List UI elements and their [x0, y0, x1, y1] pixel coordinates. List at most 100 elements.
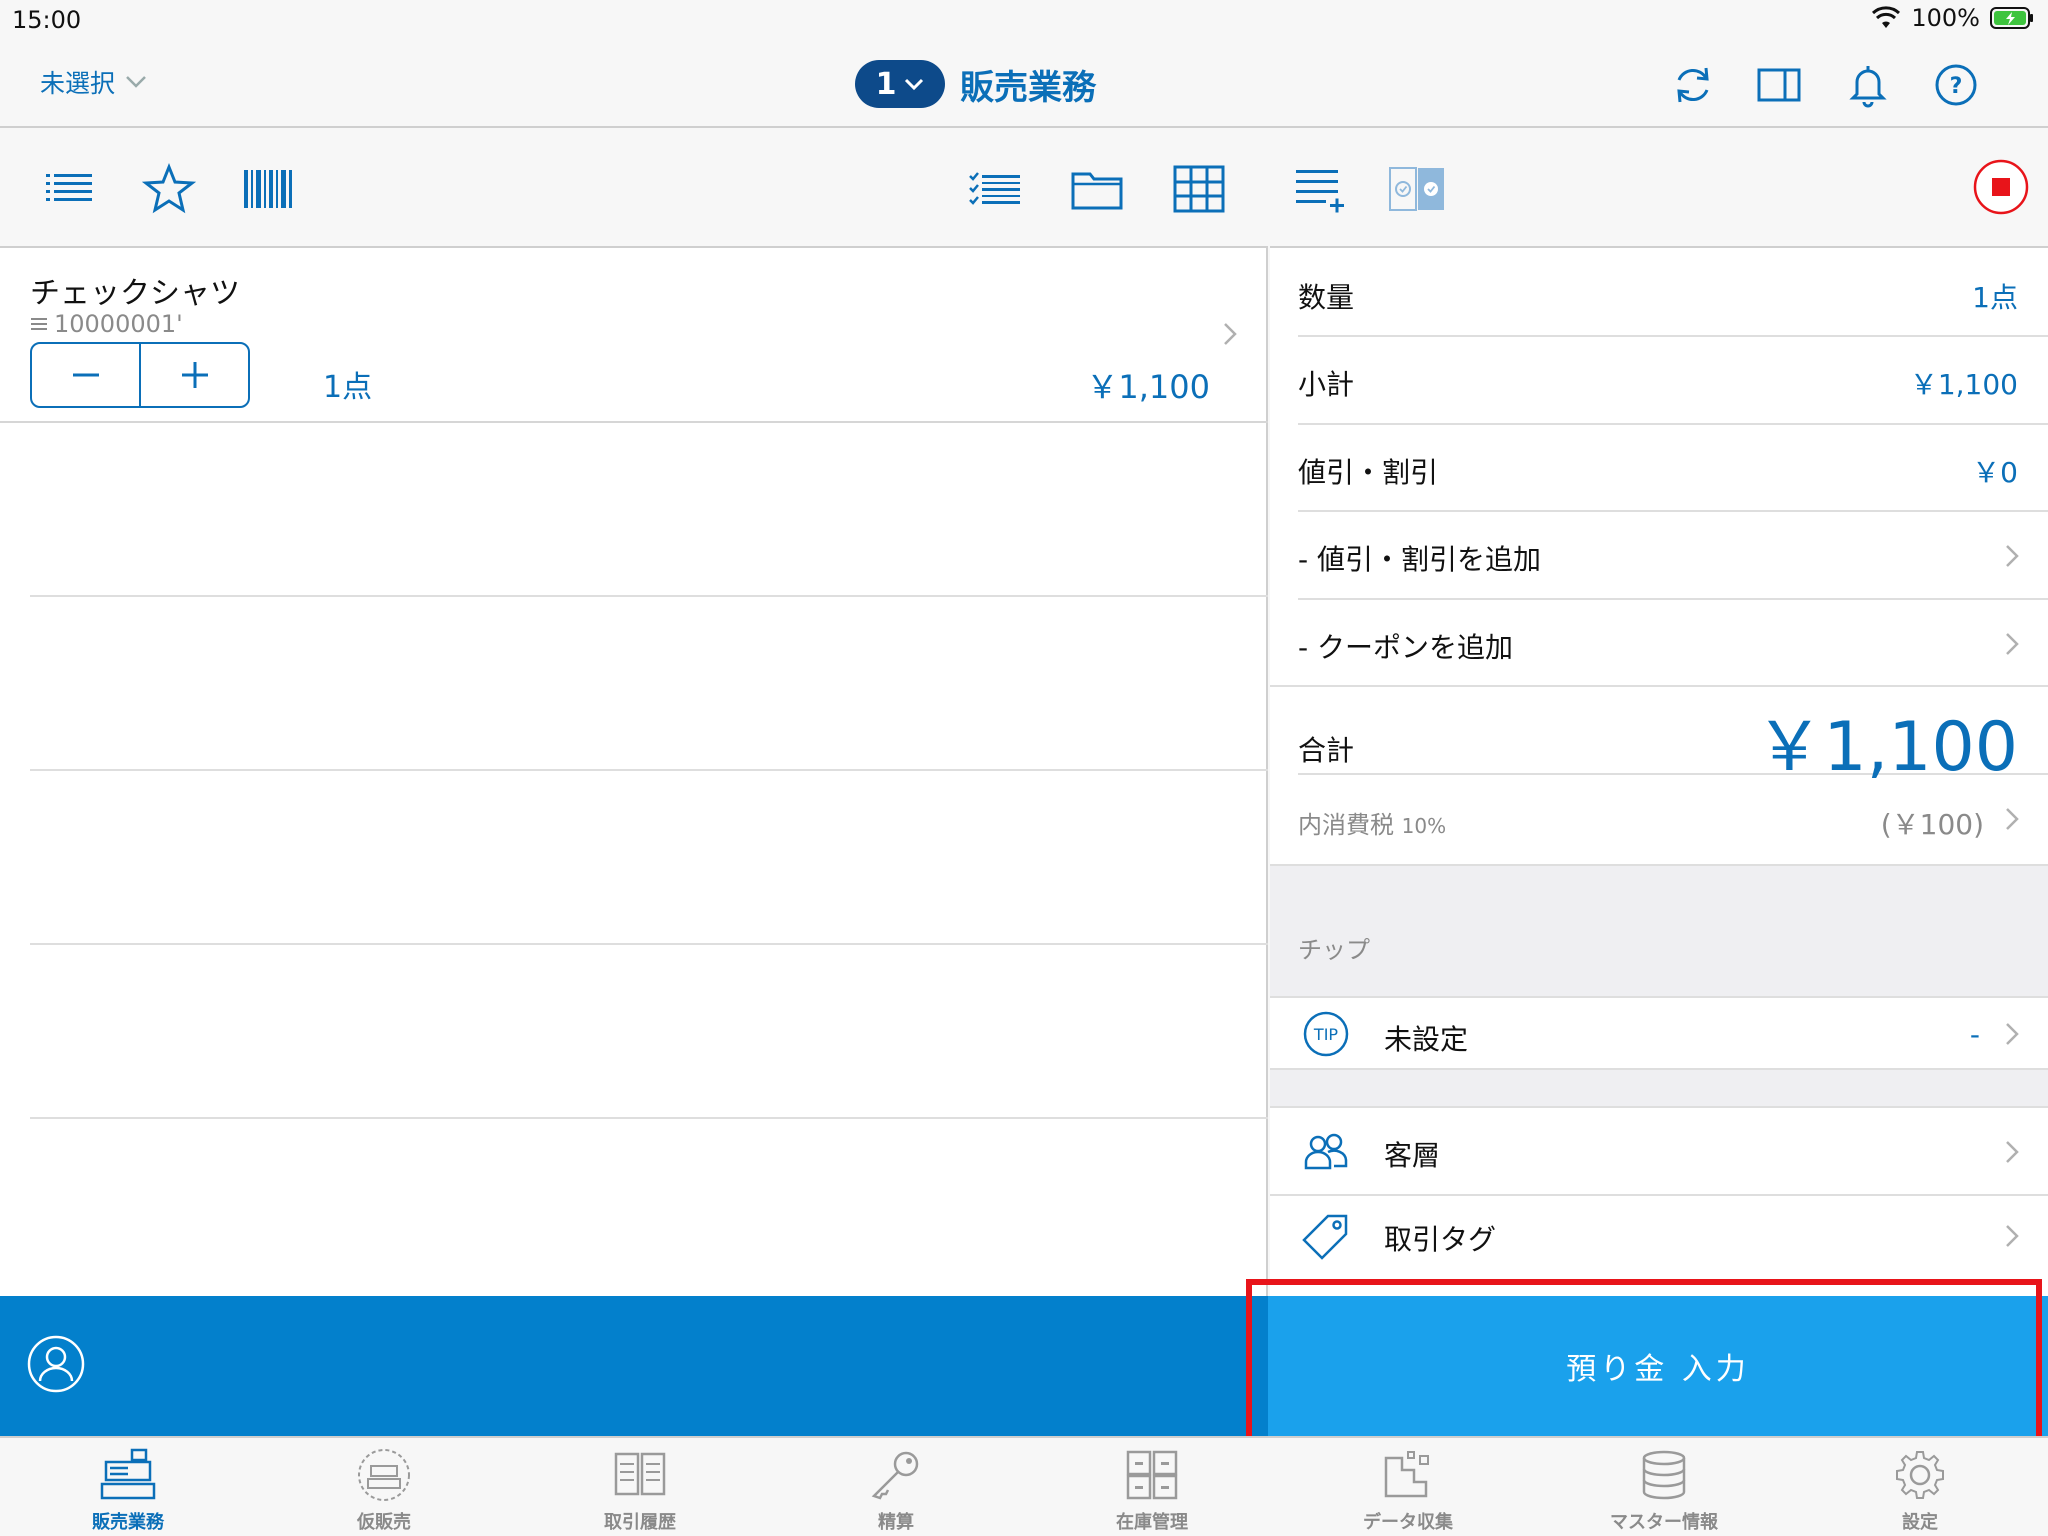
subtotal-value: ￥1,100: [1909, 368, 2018, 401]
tax-rate: 10%: [1401, 814, 1447, 838]
section-spacer: [1270, 1068, 2048, 1108]
tax-label-text: 内消費税: [1298, 811, 1394, 839]
store-select[interactable]: 未選択: [40, 64, 147, 100]
tab-label: 設定: [1902, 1512, 1938, 1533]
chevron-right-icon: [2004, 1138, 2020, 1166]
register-select[interactable]: 1: [855, 60, 945, 108]
tab-label: 仮販売: [357, 1512, 411, 1533]
subtotal-label: 小計: [1298, 368, 1355, 401]
add-coupon-row[interactable]: - クーポンを追加: [1270, 600, 2048, 687]
add-discount-row[interactable]: - 値引・割引を追加: [1298, 512, 2048, 600]
star-icon[interactable]: [142, 162, 196, 216]
tab-label: 販売業務: [92, 1512, 164, 1533]
item-name: チェックシャツ: [30, 276, 240, 311]
discount-label: 値引・割引: [1298, 456, 1439, 489]
tab-inventory[interactable]: 在庫管理: [1024, 1438, 1280, 1536]
tax-value: (￥100): [1880, 808, 1984, 841]
tab-data-collection[interactable]: データ収集: [1280, 1438, 1536, 1536]
gear-icon: [1890, 1448, 1950, 1502]
add-discount-label: - 値引・割引を追加: [1298, 543, 1542, 576]
receipt-check-icon[interactable]: [1388, 164, 1448, 214]
cart-panel: チェックシャツ 10000001' 1点 ￥1,100: [0, 130, 1268, 1296]
chevron-down-icon: [904, 77, 924, 91]
barcode-small-icon: [30, 315, 48, 333]
quantity-row: 数量 1点: [1298, 250, 2048, 337]
tab-label: 精算: [878, 1512, 914, 1533]
checklist-icon[interactable]: [968, 162, 1022, 216]
tip-value: -: [1969, 1018, 1980, 1051]
chevron-right-icon: [2004, 542, 2020, 570]
quantity-stepper[interactable]: [30, 342, 250, 408]
quantity-value: 1点: [1972, 281, 2018, 314]
grid-icon[interactable]: [1172, 162, 1226, 216]
data-collection-icon: [1378, 1448, 1438, 1502]
tip-row[interactable]: TIP 未設定 -: [1270, 996, 2048, 1068]
summary-toolbar: [1270, 130, 2048, 248]
svg-text:TIP: TIP: [1313, 1025, 1338, 1044]
subtotal-row: 小計 ￥1,100: [1298, 337, 2048, 425]
cart-item-row[interactable]: チェックシャツ 10000001' 1点 ￥1,100: [0, 250, 1268, 423]
add-line-icon[interactable]: [1294, 162, 1348, 216]
chevron-right-icon: [1222, 320, 1238, 348]
status-time: 15:00: [12, 6, 82, 34]
page-title: 販売業務: [960, 68, 1096, 108]
discount-value: ￥0: [1972, 456, 2018, 489]
battery-icon: [1990, 6, 2034, 30]
transaction-tag-label: 取引タグ: [1384, 1223, 1497, 1256]
tab-settings[interactable]: 設定: [1792, 1438, 2048, 1536]
barcode-icon[interactable]: [242, 162, 296, 216]
list-divider: [30, 769, 1268, 771]
svg-text:?: ?: [1950, 74, 1963, 99]
tab-sales[interactable]: 販売業務: [0, 1438, 256, 1536]
key-icon: [866, 1448, 926, 1502]
tag-icon: [1302, 1212, 1350, 1260]
summary-panel: 数量 1点 小計 ￥1,100 値引・割引 ￥0 - 値引・割引を追加 - クー…: [1270, 130, 2048, 1296]
help-icon[interactable]: ?: [1933, 62, 1979, 108]
customer-segment-row[interactable]: 客層: [1270, 1108, 2048, 1196]
customer-segment-label: 客層: [1384, 1139, 1441, 1172]
total-label: 合計: [1298, 734, 1355, 767]
cart-toolbar: [0, 130, 1268, 248]
battery-percent: 100%: [1911, 4, 1980, 32]
list-divider: [30, 943, 1268, 945]
tab-bar: 販売業務 仮販売 取引履歴 精算 在庫管理 データ収集 マスター情報 設定: [0, 1436, 2048, 1536]
bell-icon[interactable]: [1845, 62, 1891, 108]
transaction-tag-row[interactable]: 取引タグ: [1270, 1196, 2048, 1296]
item-code-text: 10000001': [54, 310, 183, 338]
tab-provisional-sales[interactable]: 仮販売: [256, 1438, 512, 1536]
status-indicators: 100%: [1871, 4, 2034, 32]
tax-row[interactable]: 内消費税 10% (￥100): [1298, 775, 2048, 864]
tab-transaction-history[interactable]: 取引履歴: [512, 1438, 768, 1536]
tip-icon: TIP: [1302, 1010, 1350, 1058]
cash-register-icon: [98, 1448, 158, 1502]
increment-button[interactable]: [139, 344, 248, 406]
tab-master-info[interactable]: マスター情報: [1536, 1438, 1792, 1536]
register-number: 1: [875, 66, 897, 102]
chevron-right-icon: [2004, 630, 2020, 658]
list-icon[interactable]: [42, 162, 96, 216]
total-row: 合計 ￥1,100: [1298, 687, 2048, 787]
tip-section-header: チップ: [1298, 936, 1370, 964]
item-code: 10000001': [30, 310, 183, 338]
chevron-right-icon: [2004, 805, 2020, 833]
tab-label: データ収集: [1363, 1512, 1453, 1533]
tab-settlement[interactable]: 精算: [768, 1438, 1024, 1536]
list-divider: [30, 1117, 1268, 1119]
split-view-icon[interactable]: [1756, 62, 1802, 108]
customer-icon[interactable]: [26, 1334, 86, 1394]
folder-icon[interactable]: [1070, 162, 1124, 216]
chevron-down-icon: [125, 75, 147, 89]
chevron-right-icon: [2004, 1020, 2020, 1048]
discount-row: 値引・割引 ￥0: [1298, 425, 2048, 512]
chevron-right-icon: [2004, 1222, 2020, 1250]
quantity-label: 数量: [1298, 281, 1355, 314]
item-price: ￥1,100: [1086, 368, 1210, 406]
decrement-button[interactable]: [32, 344, 139, 406]
cabinet-icon: [1122, 1448, 1182, 1502]
refresh-icon[interactable]: [1670, 62, 1716, 108]
deposit-input-button[interactable]: 預り金 入力: [1268, 1296, 2048, 1436]
tax-label: 内消費税 10%: [1298, 805, 1446, 840]
nav-bar: 未選択 1 販売業務 ?: [0, 40, 2048, 128]
stop-recording-icon[interactable]: [1972, 158, 2030, 216]
list-divider: [30, 595, 1268, 597]
